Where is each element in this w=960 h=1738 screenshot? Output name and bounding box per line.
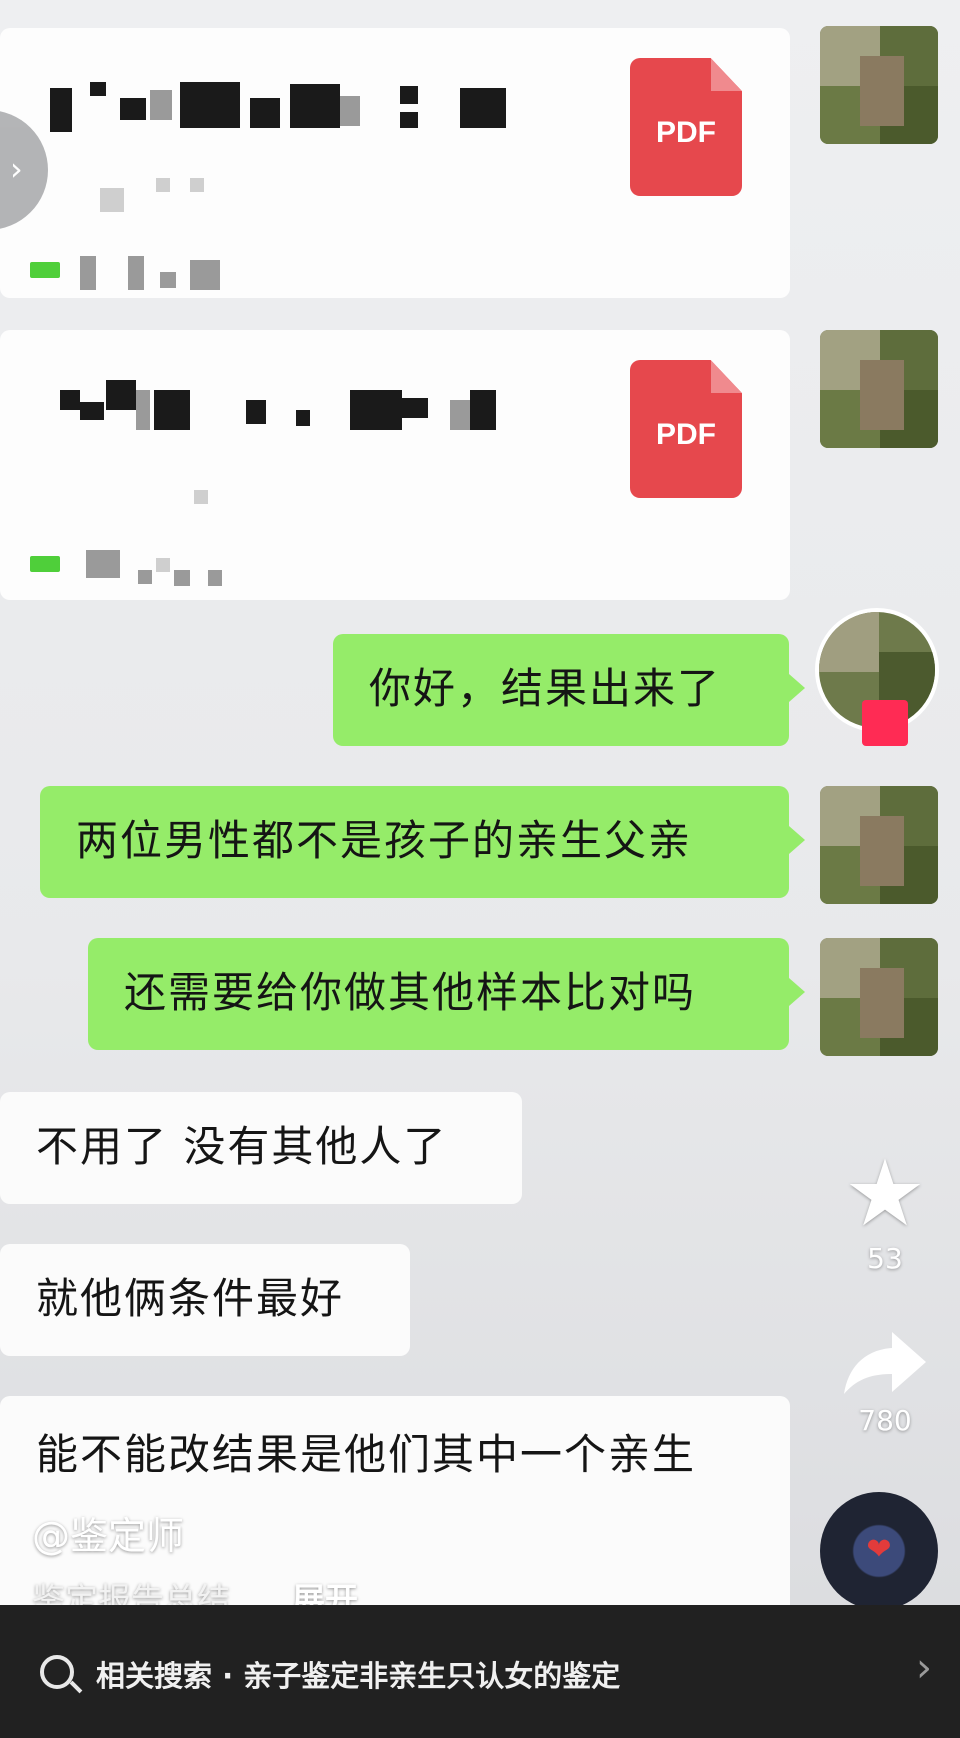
heart-icon: ❤ <box>866 1532 892 1567</box>
message-text: 就他俩条件最好 <box>36 1274 345 1323</box>
star-icon: ★ <box>843 1140 927 1247</box>
file-size-pixelated <box>50 480 250 520</box>
follow-button[interactable] <box>862 700 908 746</box>
file-size-pixelated <box>50 168 250 212</box>
sender-avatar[interactable] <box>820 26 938 144</box>
file-source-label <box>30 256 280 292</box>
search-icon <box>40 1655 74 1689</box>
sender-avatar[interactable] <box>820 330 938 448</box>
chat-bubble-sent[interactable]: 你好，结果出来了 <box>333 634 805 746</box>
pdf-file-icon: PDF <box>630 360 742 498</box>
author-handle[interactable]: @鉴定师 <box>32 1505 184 1560</box>
message-text: 两位男性都不是孩子的亲生父亲 <box>76 816 693 865</box>
file-source-label <box>30 550 280 586</box>
message-text: 能不能改结果是他们其中一个亲生 <box>36 1430 697 1479</box>
chat-screenshot: PDF PDF 你好，结果出来了 两位男性都不是孩子的亲生父亲 还需要给你做其他… <box>0 0 960 1605</box>
sender-avatar[interactable] <box>820 938 938 1056</box>
chat-bubble-received[interactable]: 不用了 没有其他人了 <box>0 1092 522 1204</box>
chat-bubble-received[interactable]: 就他俩条件最好 <box>0 1244 410 1356</box>
file-message-card[interactable]: PDF <box>0 330 790 600</box>
message-text: 不用了 没有其他人了 <box>36 1122 448 1171</box>
related-search-bar[interactable]: 相关搜索 · 亲子鉴定非亲生只认女的鉴定 › <box>0 1605 960 1738</box>
pdf-file-icon: PDF <box>630 58 742 196</box>
share-arrow-icon <box>844 1332 926 1394</box>
file-name-pixelated <box>50 380 540 440</box>
music-disc[interactable]: ❤ <box>820 1492 938 1610</box>
favorite-action[interactable]: ★ 53 <box>830 1140 940 1276</box>
related-search-text: 相关搜索 · 亲子鉴定非亲生只认女的鉴定 <box>96 1659 621 1693</box>
share-count: 780 <box>858 1404 912 1437</box>
chat-bubble-sent[interactable]: 还需要给你做其他样本比对吗 <box>88 938 805 1050</box>
chevron-right-icon: › <box>10 150 23 188</box>
sender-avatar[interactable] <box>820 786 938 904</box>
file-name-pixelated <box>50 78 540 138</box>
message-text: 你好，结果出来了 <box>369 664 722 713</box>
chat-bubble-sent[interactable]: 两位男性都不是孩子的亲生父亲 <box>40 786 805 898</box>
share-action[interactable]: 780 <box>830 1328 940 1437</box>
message-text: 还需要给你做其他样本比对吗 <box>124 968 697 1017</box>
chevron-right-icon: › <box>916 1645 932 1691</box>
file-message-card[interactable]: PDF <box>0 28 790 298</box>
